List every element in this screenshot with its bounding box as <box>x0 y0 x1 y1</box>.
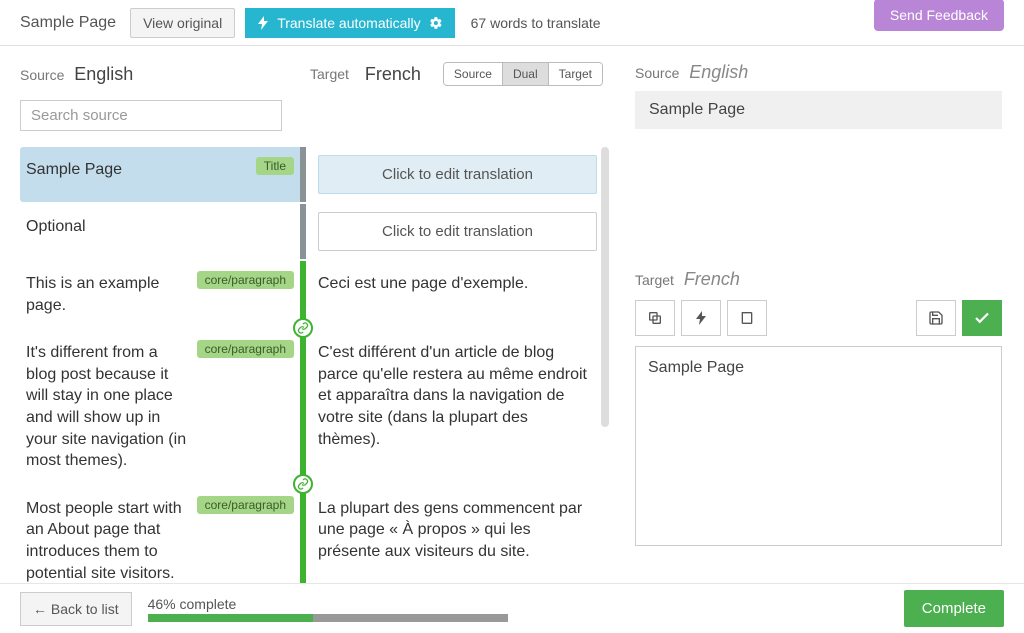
bottom-bar: ← Back to list 46% complete Complete <box>0 583 1024 633</box>
segment-badge: Title <box>256 157 294 175</box>
progress-label: 46% complete <box>148 596 508 612</box>
language-row: Source English Target French Source Dual… <box>20 62 615 86</box>
source-lang-block: Source English <box>20 64 300 85</box>
detail-source-header: Source English <box>635 62 1002 83</box>
send-feedback-button[interactable]: Send Feedback <box>874 0 1004 31</box>
segment-target-text: La plupart des gens commencent par une p… <box>318 498 587 563</box>
target-editor[interactable]: Sample Page <box>635 346 1002 546</box>
search-input[interactable] <box>20 100 282 131</box>
glossary-button[interactable] <box>727 300 767 336</box>
view-toggle: Source Dual Target <box>443 62 603 86</box>
detail-source-text: Sample Page <box>635 91 1002 129</box>
segment-source[interactable]: Optional <box>20 204 300 259</box>
save-button[interactable] <box>916 300 956 336</box>
link-icon[interactable] <box>293 474 313 494</box>
segment-row[interactable]: Sample PageTitle Click to edit translatio… <box>20 147 615 202</box>
segment-target-text: Ceci est une page d'exemple. <box>318 273 587 295</box>
auto-translate-button[interactable] <box>681 300 721 336</box>
toggle-target[interactable]: Target <box>549 63 602 85</box>
left-pane: Source English Target French Source Dual… <box>0 46 615 583</box>
segment-target[interactable]: Click to edit translation <box>300 204 597 259</box>
segment-row[interactable]: It's different from a blog post because … <box>20 330 615 484</box>
segment-target[interactable]: La plupart des gens commencent par une p… <box>300 486 597 583</box>
target-value: French <box>365 64 421 85</box>
gear-icon <box>429 16 443 30</box>
confirm-button[interactable] <box>962 300 1002 336</box>
segment-target[interactable]: Ceci est une page d'exemple. <box>300 261 597 328</box>
segment-badge: core/paragraph <box>197 340 294 358</box>
segment-badge: core/paragraph <box>197 271 294 289</box>
segment-badge: core/paragraph <box>197 496 294 514</box>
detail-source-lang: English <box>689 62 748 82</box>
segment-target-text: C'est différent d'un article de blog par… <box>318 342 587 450</box>
edit-translation-button[interactable]: Click to edit translation <box>318 155 597 194</box>
segment-source[interactable]: It's different from a blog post because … <box>20 330 300 484</box>
segment-row[interactable]: Most people start with an About page tha… <box>20 486 615 583</box>
progress: 46% complete <box>148 596 508 622</box>
toggle-dual[interactable]: Dual <box>503 63 549 85</box>
segment-row[interactable]: Optional Click to edit translation <box>20 204 615 259</box>
segment-source[interactable]: Most people start with an About page tha… <box>20 486 300 583</box>
progress-bar <box>148 614 508 622</box>
copy-button[interactable] <box>635 300 675 336</box>
words-to-translate: 67 words to translate <box>471 15 601 31</box>
toggle-source[interactable]: Source <box>444 63 503 85</box>
back-button[interactable]: ← Back to list <box>20 592 132 626</box>
bolt-icon <box>257 16 269 30</box>
detail-target-lang: French <box>684 269 740 289</box>
detail-source-label: Source <box>635 65 679 81</box>
segment-source[interactable]: Sample PageTitle <box>20 147 300 202</box>
edit-translation-button[interactable]: Click to edit translation <box>318 212 597 251</box>
progress-fill <box>148 614 314 622</box>
page-title: Sample Page <box>20 14 116 32</box>
top-bar: Sample Page View original Translate auto… <box>0 0 1024 46</box>
source-value: English <box>74 64 133 84</box>
segments-list: Sample PageTitle Click to edit translatio… <box>20 147 615 583</box>
segment-source-text: It's different from a blog post because … <box>26 342 292 472</box>
toolbar-spacer <box>773 300 910 336</box>
segment-source-text: Sample Page <box>26 159 292 181</box>
complete-button[interactable]: Complete <box>904 590 1004 627</box>
detail-toolbar <box>635 300 1002 336</box>
source-label: Source <box>20 67 64 83</box>
right-pane: Source English Sample Page Target French… <box>615 46 1024 583</box>
target-label: Target <box>310 66 349 82</box>
segment-target[interactable]: Click to edit translation <box>300 147 597 202</box>
segment-row[interactable]: This is an example page.core/paragraph Ce… <box>20 261 615 328</box>
translate-auto-label: Translate automatically <box>277 15 420 31</box>
target-lang-block: Target French Source Dual Target <box>310 62 615 86</box>
segment-source[interactable]: This is an example page.core/paragraph <box>20 261 300 328</box>
detail-target-label: Target <box>635 272 674 288</box>
segment-target[interactable]: C'est différent d'un article de blog par… <box>300 330 597 484</box>
main-area: Source English Target French Source Dual… <box>0 46 1024 583</box>
detail-target-header: Target French <box>635 269 1002 290</box>
view-original-button[interactable]: View original <box>130 8 235 38</box>
segment-source-text: Optional <box>26 216 292 238</box>
translate-auto-button[interactable]: Translate automatically <box>245 8 454 38</box>
